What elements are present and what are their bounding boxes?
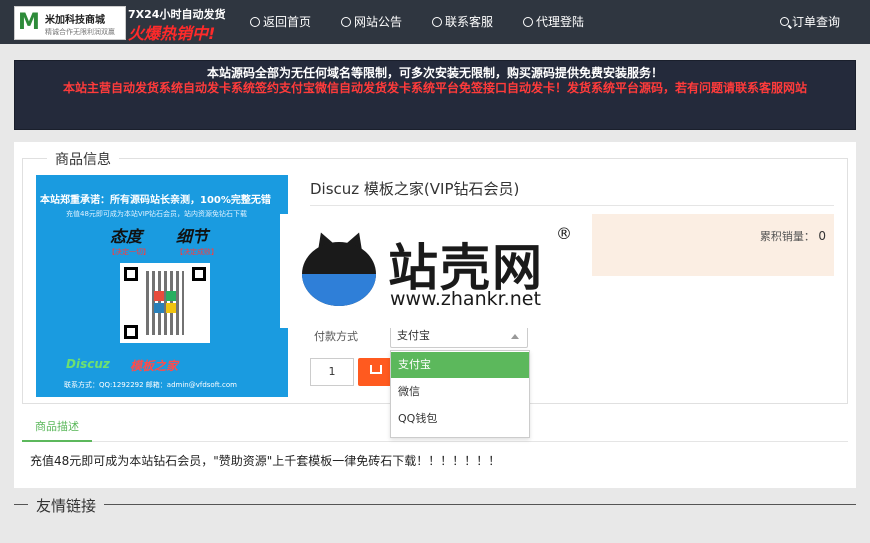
order-query-label: 订单查询 [791,15,840,29]
image-cal2-sub: 【决定成败】 [176,248,218,256]
sales-label: 累积销量： [759,230,815,243]
nav-agent-login-label: 代理登陆 [536,15,585,29]
cart-icon [370,365,382,374]
payment-option-alipay[interactable]: 支付宝 [391,352,529,378]
nav-home-label: 返回首页 [263,15,312,29]
site-logo[interactable]: M 米加科技商城 精诚合作无限利润双赢 7X24小时自动发货 火爆热销中! [14,6,236,43]
section-title: 商品信息 [47,149,119,169]
globe-icon [341,16,352,27]
watermark-url: www.zhankr.net [390,288,541,310]
friend-links-section: 友情链接 [14,494,856,516]
payment-option-wechat[interactable]: 微信 [391,379,529,405]
nav-agent-login[interactable]: 代理登陆 [523,13,584,30]
image-calligraphy-1: 态度 [110,227,143,246]
tab-description[interactable]: 商品描述 [22,418,92,442]
product-title: Discuz 模板之家(VIP钻石会员) [310,180,520,198]
divider [14,504,28,505]
image-subline: 充值48元即可成为本站VIP钻石会员，站内资源免钻石下载 [66,210,247,218]
globe-icon [250,16,260,27]
notice-banner: 本站源码全部为无任何域名等限制，可多次安装无限制，购买源码提供免费安装服务！ 本… [14,60,856,130]
logo-ad-line2: 火爆热销中! [128,24,216,43]
logo-name: 米加科技商城 [45,15,105,26]
quantity-input[interactable]: 1 [310,358,354,386]
nav-contact[interactable]: 联系客服 [432,13,493,30]
payment-option-qqwallet[interactable]: QQ钱包 [391,406,529,432]
title-divider [310,205,834,206]
product-image: 本站郑重承诺：所有源码站长亲测，100%完整无错 充值48元即可成为本站VIP钻… [36,175,288,397]
payment-selected-value: 支付宝 [397,329,430,342]
divider [104,504,856,505]
logo-badge: M 米加科技商城 精诚合作无限利润双赢 [14,6,126,40]
order-query-link[interactable]: 订单查询 [779,13,840,30]
image-headline: 本站郑重承诺：所有源码站长亲测，100%完整无错 [40,195,271,206]
watermark-overlay: 站壳网 ® www.zhankr.net [280,214,592,328]
sales-box: 累积销量： 0 [592,214,834,276]
search-icon [779,17,789,26]
image-calligraphy-2: 细节 [176,227,209,246]
friend-links-title: 友情链接 [36,497,97,515]
product-description: 充值48元即可成为本站钻石会员，"赞助资源"上千套模板一律免砖石下载！！！！！！… [30,454,501,468]
sales-count: 累积销量： 0 [760,228,826,244]
image-contact: 联系方式：QQ:1292292 邮箱：admin@vfdsoft.com [64,381,237,389]
main-nav: 返回首页 网站公告 联系客服 代理登陆 [250,13,614,30]
image-brand-discuz: Discuz [66,357,110,371]
qr-code-icon [120,263,210,343]
sales-value: 0 [818,229,826,243]
payment-label: 付款方式 [314,330,358,343]
notice-line-2: 本站主营自动发货系统自动发卡系统签约支付宝微信自动发货发卡系统平台免签接口自动发… [62,81,807,95]
globe-icon [432,16,443,27]
logo-subtitle: 精诚合作无限利润双赢 [45,28,115,36]
image-cal1-sub: 【决定一切】 [108,248,150,256]
nav-home[interactable]: 返回首页 [250,13,311,30]
globe-icon [523,16,534,27]
nav-announcement[interactable]: 网站公告 [341,13,402,30]
image-brand-mobanzhijia: 模板之家 [130,359,179,373]
top-navbar: M 米加科技商城 精诚合作无限利润双赢 7X24小时自动发货 火爆热销中! 返回… [0,0,870,44]
nav-contact-label: 联系客服 [445,15,494,29]
registered-mark: ® [556,224,572,243]
caret-up-icon [511,334,519,339]
nav-announcement-label: 网站公告 [354,15,403,29]
payment-dropdown: 支付宝 微信 QQ钱包 [390,350,530,438]
cat-logo-icon [302,229,376,306]
logo-mark-icon: M [18,10,40,35]
